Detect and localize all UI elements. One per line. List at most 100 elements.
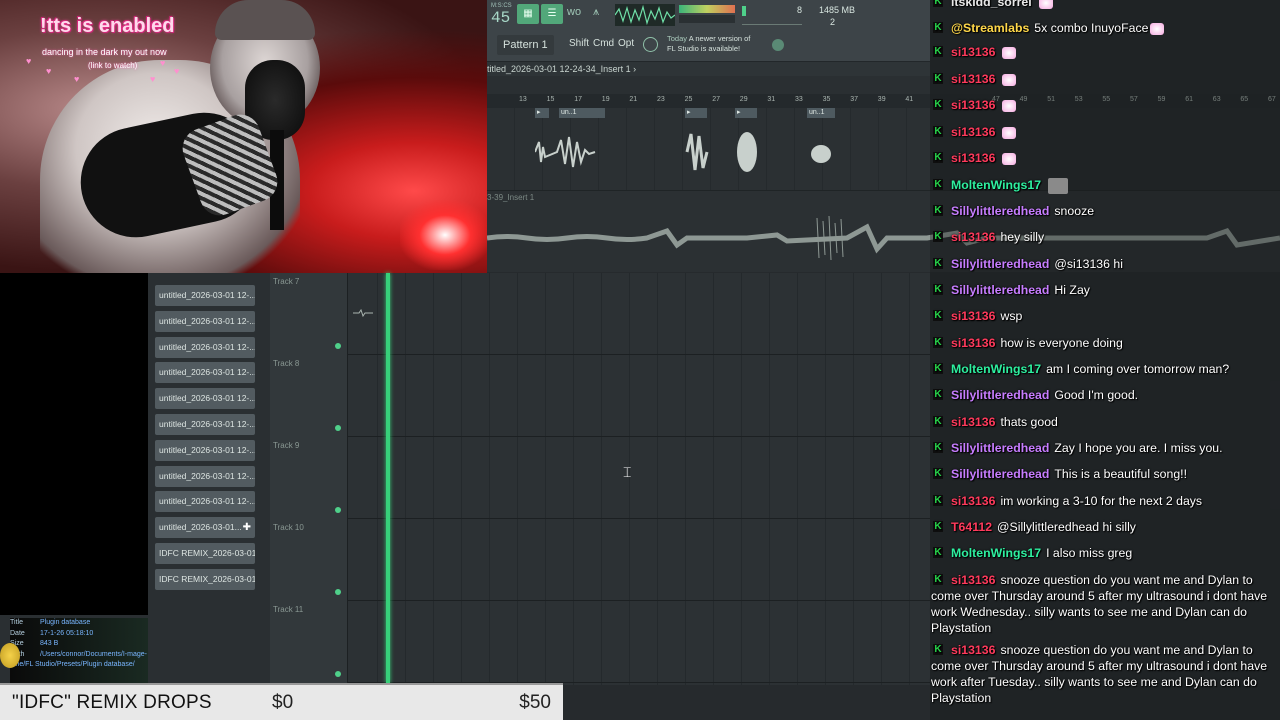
opt-button[interactable]: Opt xyxy=(618,38,634,49)
chat-username[interactable]: Sillylittleredhead xyxy=(951,441,1049,455)
chat-username[interactable]: si13136 xyxy=(951,98,995,112)
heart-icon: ♥ xyxy=(174,66,180,76)
mini-clip[interactable] xyxy=(353,308,373,318)
browser-file-item[interactable]: untitled_2026-03-01 12-... xyxy=(155,414,255,435)
chat-username[interactable]: itskidd_sorrel xyxy=(951,0,1032,9)
add-icon[interactable]: ✚ xyxy=(243,517,251,538)
track-led-icon[interactable] xyxy=(335,671,341,677)
browser-file-item[interactable]: untitled_2026-03-01 12-... xyxy=(155,285,255,306)
chat-username[interactable]: Sillylittleredhead xyxy=(951,204,1049,218)
audio-clip-waveform[interactable] xyxy=(685,122,709,182)
news-panel[interactable]: Today A newer version of FL Studio is av… xyxy=(667,34,750,54)
track-row[interactable]: Track 8 xyxy=(270,355,930,437)
chat-username[interactable]: Sillylittleredhead xyxy=(951,257,1049,271)
chat-username[interactable]: Sillylittleredhead xyxy=(951,467,1049,481)
chat-username[interactable]: si13136 xyxy=(951,494,995,508)
track-header[interactable]: Track 11 xyxy=(270,601,348,683)
browser-file-item[interactable]: untitled_2026-03-01 12-... xyxy=(155,465,255,487)
playlist-track-top[interactable]: ▸ un..1 ▸ ▸ un..1 xyxy=(487,108,930,190)
chat-message-body: si13136 im working a 3-10 for the next 2 … xyxy=(951,493,1202,509)
kick-badge-icon: K xyxy=(933,416,943,427)
audio-clip-waveform[interactable] xyxy=(807,122,835,182)
audio-clip-waveform[interactable] xyxy=(535,122,615,182)
tts-overlay-title: !tts is enabled xyxy=(40,15,175,37)
track-row[interactable]: Track 9 xyxy=(270,437,930,519)
chat-message-body: Sillylittleredhead snooze xyxy=(951,203,1094,219)
song-mode-button[interactable]: ☰ xyxy=(541,4,563,24)
audio-clip-waveform[interactable] xyxy=(735,122,759,182)
chat-message-body: Sillylittleredhead Good I'm good. xyxy=(951,387,1138,403)
playlist-body[interactable]: Track 7 Track 8 Track 9 Track 10 Track 1… xyxy=(270,273,930,685)
news-icon[interactable] xyxy=(643,37,658,52)
browser-file-item[interactable]: untitled_2026-03-01 12-... xyxy=(155,336,255,358)
clip-header[interactable]: un..1 xyxy=(807,108,835,118)
browser-file-item[interactable]: IDFC REMIX_2026-03-01... xyxy=(155,543,255,564)
chat-username[interactable]: si13136 xyxy=(951,573,995,587)
track-row[interactable]: Track 10 xyxy=(270,519,930,601)
meta-date: 17-1-26 05:18:10 xyxy=(40,629,94,637)
neon-light xyxy=(400,200,487,270)
chat-username[interactable]: MoltenWings17 xyxy=(951,362,1041,376)
clip-header[interactable]: un..1 xyxy=(559,108,605,118)
chat-username[interactable]: si13136 xyxy=(951,336,995,350)
chat-username[interactable]: si13136 xyxy=(951,643,995,657)
chat-message-body: Sillylittleredhead @si13136 hi xyxy=(951,256,1123,272)
shift-button[interactable]: Shift xyxy=(569,38,589,49)
wait-icon[interactable]: wo xyxy=(567,6,581,18)
chat-username[interactable]: si13136 xyxy=(951,309,995,323)
chat-username[interactable]: si13136 xyxy=(951,151,995,165)
track-name: Track 8 xyxy=(273,359,300,368)
chat-username[interactable]: si13136 xyxy=(951,415,995,429)
playhead[interactable] xyxy=(386,273,390,683)
track-header[interactable]: Track 8 xyxy=(270,355,348,437)
chat-username[interactable]: Sillylittleredhead xyxy=(951,283,1049,297)
chat-username[interactable]: si13136 xyxy=(951,72,995,86)
timeline-ruler[interactable]: 13 15 17 19 21 23 25 27 29 31 33 35 37 39 41 xyxy=(487,94,930,108)
clip-header[interactable]: ▸ xyxy=(735,108,757,118)
browser-preview xyxy=(0,273,148,615)
file-name: IDFC REMIX_2026-03-01... xyxy=(159,548,255,558)
pattern-selector[interactable]: Pattern 1 xyxy=(497,35,554,55)
browser-file-item[interactable]: untitled_2026-03-01 12-... xyxy=(155,439,255,461)
chat-username[interactable]: T64112 xyxy=(951,520,992,534)
chat-username[interactable]: si13136 xyxy=(951,230,995,244)
browser-file-item[interactable]: untitled_2026-03-01 12-... xyxy=(155,362,255,384)
track-led-icon[interactable] xyxy=(335,589,341,595)
track-header[interactable]: Track 9 xyxy=(270,437,348,519)
track-header[interactable]: Track 7 xyxy=(270,273,348,355)
heart-icon: ♥ xyxy=(150,74,156,84)
browser-file-item[interactable]: untitled_2026-03-01 12-... xyxy=(155,491,255,513)
browser-file-item[interactable]: untitled_2026-03-01 12-... xyxy=(155,310,255,332)
browser-file-item[interactable]: untitled_2026-03-01... ✚ xyxy=(155,517,255,539)
browser-metadata: Title Plugin database Date 17-1-26 05:18:1… xyxy=(10,618,148,683)
browser-file-item[interactable]: untitled_2026-03-01 12-... xyxy=(155,388,255,410)
time-display[interactable]: 45 xyxy=(491,9,510,27)
chat-username[interactable]: MoltenWings17 xyxy=(951,178,1041,192)
track-led-icon[interactable] xyxy=(335,507,341,513)
clip-header[interactable]: ▸ xyxy=(535,108,549,118)
chat-username[interactable]: MoltenWings17 xyxy=(951,546,1041,560)
pattern-mode-button[interactable]: ▦ xyxy=(517,4,539,24)
track-led-icon[interactable] xyxy=(335,425,341,431)
ruler-tick: 35 xyxy=(822,96,831,103)
track-header[interactable]: Track 10 xyxy=(270,519,348,601)
browser-file-item[interactable]: IDFC REMIX_2026-03-01... xyxy=(155,568,255,590)
file-name: untitled_2026-03-01 12-... xyxy=(159,367,255,378)
chat-username[interactable]: @Streamlabs xyxy=(951,21,1029,35)
cmd-button[interactable]: Cmd xyxy=(593,38,614,49)
overlay-line-2: (link to watch) xyxy=(88,61,138,70)
chat-username[interactable]: si13136 xyxy=(951,125,995,139)
chat-username[interactable]: si13136 xyxy=(951,45,995,59)
file-name: untitled_2026-03-01... xyxy=(159,522,242,533)
clip-header[interactable]: ▸ xyxy=(685,108,707,118)
chat-message-body: si13136 xyxy=(951,44,1017,60)
track-led-icon[interactable] xyxy=(335,343,341,349)
online-icon[interactable] xyxy=(772,39,784,51)
track-name: Track 9 xyxy=(273,441,300,450)
track-row[interactable]: Track 11 xyxy=(270,601,930,683)
chat-text: am I coming over tomorrow man? xyxy=(1046,362,1230,376)
chat-username[interactable]: Sillylittleredhead xyxy=(951,388,1049,402)
metronome-icon[interactable]: ⩚ xyxy=(593,6,599,19)
emote-icon xyxy=(1150,22,1165,35)
kick-badge-icon: K xyxy=(933,337,943,348)
